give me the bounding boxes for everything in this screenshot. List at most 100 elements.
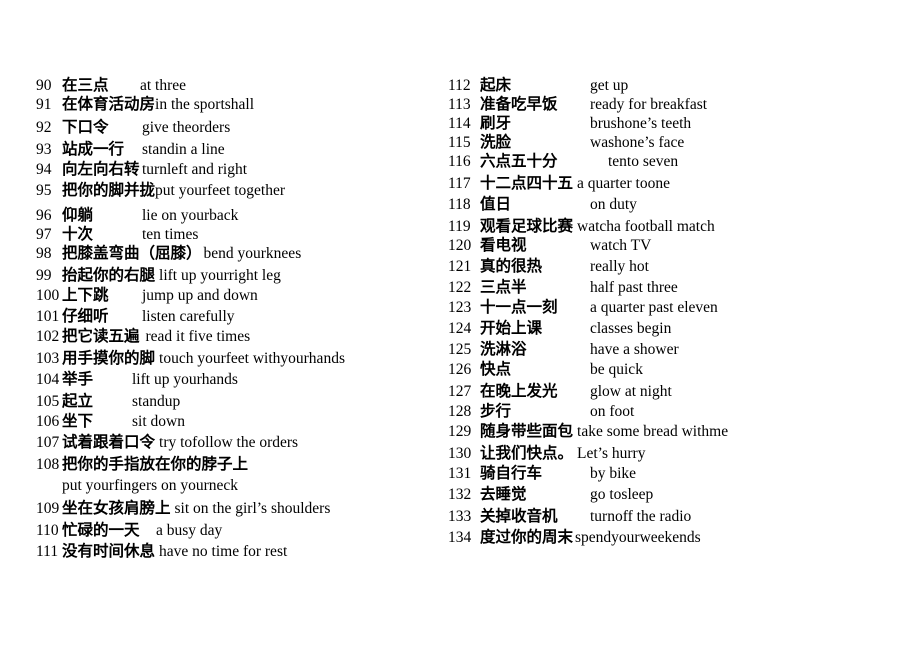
entry-english-text: have no time for rest: [159, 543, 288, 560]
entry-number: 94: [36, 161, 52, 178]
vocabulary-entry: 122 三点半 half past three: [448, 278, 920, 300]
entry-number: 124: [448, 320, 472, 337]
entry-english-text: take some bread withme: [577, 423, 729, 440]
entry-english-text: tento seven: [608, 153, 679, 170]
entry-number: 120: [448, 237, 472, 254]
vocabulary-entry: 103 用手摸你的脚 touch yourfeet withyourhands: [36, 349, 448, 372]
vocabulary-entry: 131 骑自行车 by bike: [448, 465, 920, 487]
vocabulary-entry: 120 看电视 watch TV: [448, 237, 920, 259]
entry-chinese-text: 坐下: [62, 412, 94, 430]
entry-chinese-text: 坐在女孩肩膀上: [62, 499, 171, 517]
vocabulary-entry: 95 把你的脚并拢 put yourfeet together: [36, 182, 448, 208]
vocabulary-entry: 125 洗淋浴 have a shower: [448, 340, 920, 362]
entry-number: 118: [448, 196, 471, 213]
entry-number: 133: [448, 508, 472, 525]
entry-chinese-text: 刷牙: [480, 114, 512, 132]
entry-number: 112: [448, 77, 471, 94]
vocabulary-entry: 100 上下跳 jump up and down: [36, 286, 448, 309]
entry-english-text: classes begin: [590, 320, 672, 337]
entry-number: 97: [36, 226, 52, 243]
entry-english-text: on duty: [590, 196, 637, 213]
document-page: 90 在三点 at three 91 在体育活动房 in the sportshall 92…: [0, 0, 920, 650]
entry-chinese-text: 起立: [62, 392, 94, 410]
entry-chinese-text: 洗脸: [480, 133, 512, 151]
entry-english-text: washone’s face: [590, 134, 685, 151]
vocabulary-entry: 116 六点五十分 tento seven: [448, 152, 920, 176]
entry-chinese-text: 站成一行: [62, 140, 125, 158]
vocabulary-entry: 134 度过你的周末 spendyourweekends: [448, 528, 920, 551]
entry-english-text: read it five times: [145, 328, 251, 345]
entry-number: 106: [36, 413, 60, 430]
vocabulary-entry: 111 没有时间休息 have no time for rest: [36, 543, 448, 565]
entry-english-text: put yourfingers on yourneck: [62, 477, 239, 494]
entry-number: 92: [36, 119, 52, 136]
entry-number: 115: [448, 134, 471, 151]
vocabulary-entry: 129 随身带些面包 take some bread withme: [448, 423, 920, 446]
entry-english-text: half past three: [590, 279, 678, 296]
entry-chinese-text: 把膝盖弯曲（屈膝）: [62, 244, 202, 262]
vocabulary-entry: 105 起立 standup: [36, 392, 448, 414]
vocabulary-entry: 126 快点 be quick: [448, 361, 920, 384]
entry-english-text: glow at night: [590, 383, 672, 400]
entry-number: 132: [448, 486, 472, 503]
vocabulary-entry: 94 向左向右转 turnleft and right: [36, 160, 448, 183]
entry-number: 91: [36, 96, 52, 113]
vocabulary-entry: 109 坐在女孩肩膀上 sit on the girl’s shoulders: [36, 499, 448, 523]
entry-english-text: spendyourweekends: [575, 529, 701, 546]
entry-english-text: listen carefully: [142, 308, 235, 325]
entry-english-text: ready for breakfast: [590, 96, 708, 113]
entry-chinese-text: 值日: [480, 195, 512, 213]
entry-chinese-text: 三点半: [480, 278, 527, 296]
entry-english-text: a quarter past eleven: [590, 299, 718, 316]
entry-number: 100: [36, 287, 60, 304]
entry-chinese-text: 把它读五遍: [62, 327, 140, 345]
vocabulary-entry: 96 仰躺 lie on yourback: [36, 207, 448, 227]
entry-chinese-text: 仔细听: [62, 307, 109, 325]
entry-number: 116: [448, 153, 471, 170]
entry-english-text: in the sportshall: [155, 96, 255, 113]
vocabulary-entry: 110 忙碌的一天 a busy day: [36, 522, 448, 544]
entry-english-text: at three: [140, 77, 187, 94]
entry-chinese-text: 开始上课: [480, 319, 543, 337]
entry-number: 107: [36, 434, 60, 451]
entry-english-text: Let’s hurry: [577, 445, 646, 462]
entry-number: 104: [36, 371, 60, 388]
entry-english-text: lie on yourback: [142, 207, 239, 224]
entry-number: 90: [36, 77, 52, 94]
entry-continuation-line: put yourfingers on yourneck: [36, 478, 448, 501]
entry-english-text: really hot: [590, 258, 649, 275]
entry-number: 127: [448, 383, 472, 400]
entry-chinese-text: 去睡觉: [480, 485, 527, 503]
vocabulary-entry: 92 下口令 give theorders: [36, 119, 448, 142]
entry-chinese-text: 举手: [62, 370, 94, 388]
entry-chinese-text: 向左向右转: [62, 160, 140, 178]
entry-english-text: be quick: [590, 361, 643, 378]
entry-english-text: lift up yourhands: [132, 371, 238, 388]
vocabulary-entry: 114 刷牙 brushone’s teeth: [448, 114, 920, 135]
vocabulary-entry: 118 值日 on duty: [448, 195, 920, 219]
entry-chinese-text: 用手摸你的脚: [62, 349, 156, 367]
entry-number: 95: [36, 182, 52, 199]
entry-english-text: give theorders: [142, 119, 231, 136]
entry-english-text: turnoff the radio: [590, 508, 692, 525]
vocabulary-entry: 98 把膝盖弯曲（屈膝） bend yourknees: [36, 244, 448, 268]
entry-english-text: go tosleep: [590, 486, 654, 503]
entry-number: 93: [36, 141, 52, 158]
entry-english-text: standup: [132, 393, 181, 410]
entry-chinese-text: 上下跳: [62, 286, 109, 304]
vocabulary-entry: 124 开始上课 classes begin: [448, 319, 920, 342]
entry-chinese-text: 度过你的周末: [480, 528, 574, 546]
entry-chinese-text: 洗淋浴: [480, 340, 527, 358]
vocabulary-entry: 107 试着跟着口令 try tofollow the orders: [36, 434, 448, 457]
vocabulary-entry: 91 在体育活动房 in the sportshall: [36, 96, 448, 120]
entry-number: 130: [448, 445, 472, 462]
entry-chinese-text: 六点五十分: [480, 152, 558, 170]
entry-english-text: a busy day: [156, 522, 223, 539]
vocabulary-entry: 121 真的很热 really hot: [448, 258, 920, 280]
entry-english-text: get up: [590, 77, 629, 94]
entry-english-text: have a shower: [590, 341, 679, 358]
entry-chinese-text: 起床: [480, 76, 512, 94]
entry-english-text: sit down: [132, 413, 185, 430]
entry-number: 101: [36, 308, 60, 325]
entry-english-text: bend yourknees: [203, 245, 302, 262]
